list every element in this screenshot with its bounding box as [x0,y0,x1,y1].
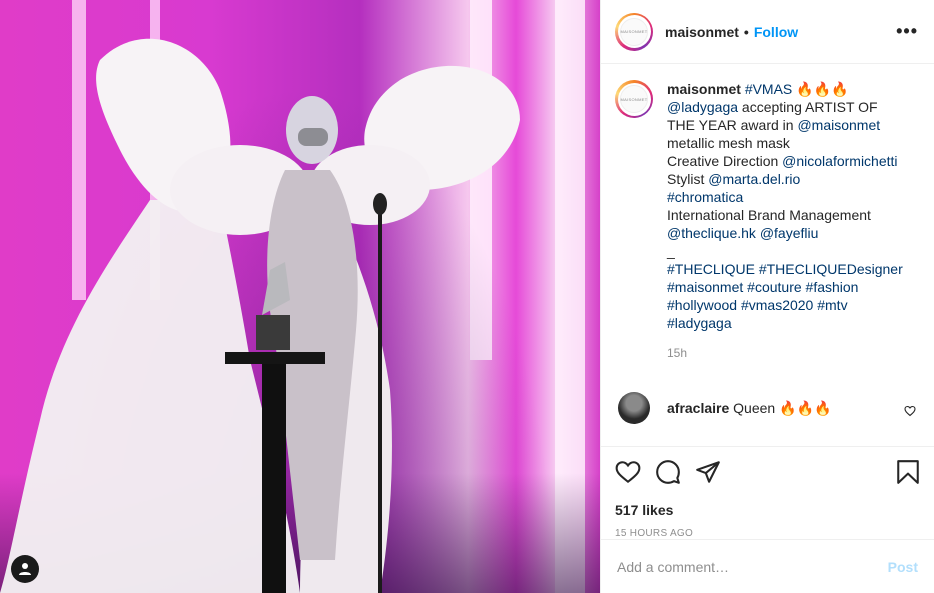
post-timestamp[interactable]: 15 HOURS AGO [615,528,920,539]
brand-logo: MAISONMET [620,85,648,113]
heart-icon [615,461,641,484]
caption-link[interactable]: #hollywood [667,297,737,313]
caption-link[interactable]: #ladygaga [667,315,732,331]
caption-link[interactable]: @nicolaformichetti [782,153,897,169]
caption-text: maisonmet #VMAS 🔥🔥🔥 @ladygaga accepting … [667,80,903,362]
caption-link[interactable]: #VMAS [745,81,792,97]
caption-link[interactable]: #vmas2020 [741,297,813,313]
caption-segment: 🔥🔥🔥 [792,81,849,97]
caption-segment: Stylist [667,171,709,187]
share-button[interactable] [695,459,721,485]
caption-segment: THE YEAR award in [667,117,798,133]
like-comment-button[interactable] [904,404,916,420]
caption-segment: International Brand Management [667,207,871,223]
comment-input[interactable] [617,558,888,575]
caption-link[interactable]: @fayefliu [760,225,819,241]
heart-icon [904,405,916,417]
caption-link[interactable]: #fashion [806,279,859,295]
caption: MAISONMET maisonmet #VMAS 🔥🔥🔥 @ladygaga … [615,80,918,362]
caption-link[interactable]: #maisonmet [667,279,743,295]
caption-link[interactable]: @maisonmet [797,117,880,133]
post-actions: 517 likes 15 HOURS AGO [601,446,934,539]
caption-link[interactable]: #chromatica [667,189,743,205]
caption-link[interactable]: #mtv [817,297,847,313]
separator-dot: • [743,23,749,40]
post-photo[interactable] [0,0,600,593]
caption-link[interactable]: #THECLIQUE [667,261,755,277]
comment-button[interactable] [655,459,681,485]
author-avatar[interactable]: MAISONMET [615,12,653,51]
like-button[interactable] [615,460,641,484]
bookmark-icon [897,460,919,484]
follow-button[interactable]: Follow [754,24,798,40]
comment-icon [656,460,680,484]
performer-illustration [0,38,520,593]
comments-area[interactable]: MAISONMET maisonmet #VMAS 🔥🔥🔥 @ladygaga … [601,64,934,446]
commenter-avatar[interactable] [618,392,650,424]
caption-link[interactable]: @marta.del.rio [708,171,800,187]
comment-item: afraclaire Queen 🔥🔥🔥 [615,392,918,424]
add-comment-bar: Post [601,539,934,593]
more-options-button[interactable]: ••• [896,21,918,42]
post-header: MAISONMET maisonmet • Follow ••• [601,0,934,64]
post-sidebar: MAISONMET maisonmet • Follow ••• MAISONM… [600,0,934,593]
caption-segment: Creative Direction [667,153,783,169]
caption-link[interactable]: #couture [747,279,801,295]
caption-segment: metallic mesh mask [667,135,790,151]
post-comment-button[interactable]: Post [888,559,918,575]
likes-count[interactable]: 517 likes [615,502,920,518]
save-button[interactable] [896,459,920,485]
caption-username[interactable]: maisonmet [667,81,741,97]
caption-segment: accepting ARTIST OF [738,99,878,115]
paper-plane-icon [696,461,720,483]
commenter-username[interactable]: afraclaire [667,400,729,416]
brand-logo: MAISONMET [620,17,648,46]
caption-link[interactable]: @theclique.hk [667,225,756,241]
caption-segment: _ [667,243,675,259]
user-icon [19,563,31,575]
tagged-user-button[interactable] [11,555,39,583]
comment-text: Queen 🔥🔥🔥 [733,399,832,416]
caption-link[interactable]: #THECLIQUEDesigner [759,261,903,277]
caption-link[interactable]: @ladygaga [667,99,738,115]
caption-avatar[interactable]: MAISONMET [615,80,653,118]
caption-time[interactable]: 15h [667,344,903,362]
author-username[interactable]: maisonmet [665,24,739,40]
